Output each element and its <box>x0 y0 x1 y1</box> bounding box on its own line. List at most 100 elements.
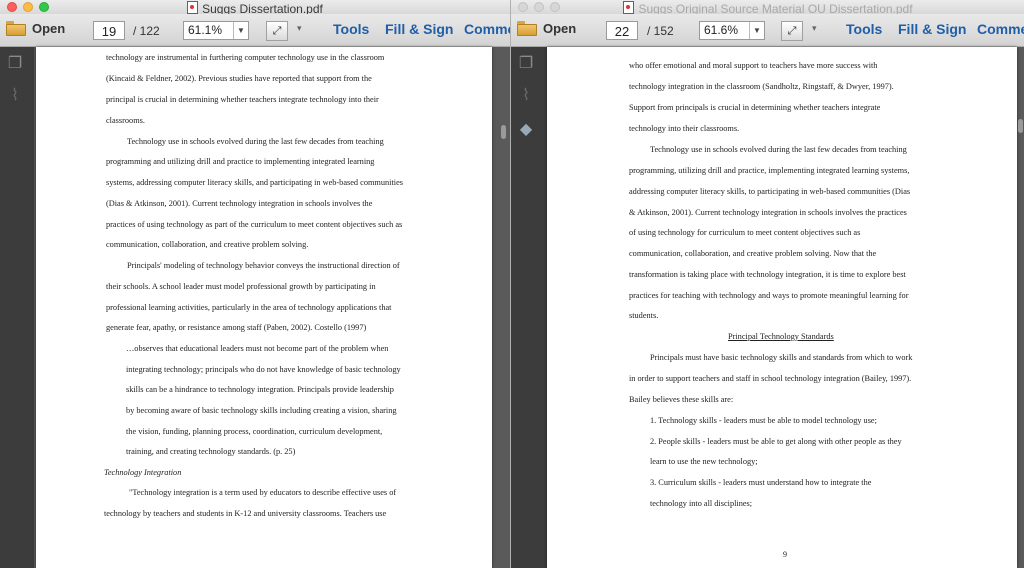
right-title-bar: Suggs Original Source Material OU Disser… <box>511 0 1024 16</box>
zoom-value: 61.1% <box>188 23 223 37</box>
text-line: generate fear, apathy, or resistance amo… <box>106 323 367 332</box>
scrollbar-thumb[interactable] <box>501 125 506 139</box>
fit-page-icon[interactable]: ⤢ <box>781 21 803 41</box>
layers-icon[interactable]: ◆ <box>517 121 535 139</box>
text-line: principal is crucial in determining whet… <box>106 95 379 104</box>
page-number-input[interactable]: 22 <box>606 21 638 40</box>
text-line: technology integration in the classroom … <box>629 82 894 91</box>
zoom-value: 61.6% <box>704 23 739 37</box>
tools-button[interactable]: Tools <box>333 21 369 37</box>
text-line: Principals must have basic technology sk… <box>650 353 913 362</box>
text-line: of using technology for curriculum to me… <box>629 228 861 237</box>
text-line: transformation is taking place with tech… <box>629 270 906 279</box>
toolbar-caret-icon[interactable]: ▾ <box>297 23 302 34</box>
text-line: addressing computer literacy skills, to … <box>629 187 911 196</box>
left-document-area: technology are instrumental in furtherin… <box>34 47 510 568</box>
left-pdf-window: Suggs Dissertation.pdf Open 19 / 122 61.… <box>0 0 510 568</box>
page-total: / 122 <box>133 24 160 38</box>
comment-button[interactable]: Comme <box>977 21 1024 37</box>
zoom-window-button[interactable] <box>550 2 560 12</box>
page-number-input[interactable]: 19 <box>93 21 125 40</box>
block-quote-line: integrating technology; principals who d… <box>126 365 401 374</box>
text-line: technology are instrumental in furtherin… <box>106 53 385 62</box>
text-line: "Technology integration is a term used b… <box>129 488 397 497</box>
list-item: technology into all disciplines; <box>650 499 753 508</box>
text-line: in order to support teachers and staff i… <box>629 374 912 383</box>
block-quote-line: the vision, funding, planning process, c… <box>126 427 383 436</box>
text-line: practices of using technology as part of… <box>106 220 403 229</box>
page-total: / 152 <box>647 24 674 38</box>
page-number: 9 <box>783 550 787 559</box>
text-line: classrooms. <box>106 116 145 125</box>
left-title-bar: Suggs Dissertation.pdf <box>0 0 510 16</box>
zoom-select[interactable]: 61.1% ▼ <box>183 21 249 40</box>
text-line: technology by teachers and students in K… <box>104 509 387 518</box>
open-label: Open <box>32 21 66 36</box>
list-item: learn to use the new technology; <box>650 457 758 466</box>
text-line: their schools. A school leader must mode… <box>106 282 376 291</box>
text-line: communication, collaboration, and creati… <box>629 249 877 258</box>
window-controls <box>518 2 560 12</box>
text-line: systems, addressing computer literacy sk… <box>106 178 404 187</box>
right-document-page: who offer emotional and moral support to… <box>547 47 1017 568</box>
zoom-select[interactable]: 61.6% ▼ <box>699 21 765 40</box>
block-quote-line: skills can be a hindrance to technology … <box>126 385 394 394</box>
left-document-page: technology are instrumental in furtherin… <box>36 47 492 568</box>
text-line: professional learning activities, partic… <box>106 303 392 312</box>
chevron-down-icon: ▼ <box>749 22 764 39</box>
attachment-icon[interactable]: ⌇ <box>517 87 535 105</box>
list-item: 1. Technology skills - leaders must be a… <box>650 416 877 425</box>
right-toolbar: Open 22 / 152 61.6% ▼ ⤢ ▾ Tools Fill & S… <box>511 14 1024 47</box>
attachment-icon[interactable]: ⌇ <box>6 87 24 105</box>
right-pdf-window: Suggs Original Source Material OU Disser… <box>510 0 1024 568</box>
page-thumbnails-icon[interactable]: ❐ <box>6 55 24 73</box>
toolbar-caret-icon[interactable]: ▾ <box>812 23 817 34</box>
text-line: (Kincaid & Feldner, 2002). Previous stud… <box>106 74 372 83</box>
text-line: programming, utilizing drill and practic… <box>629 166 910 175</box>
open-button[interactable]: Open <box>6 21 65 36</box>
close-window-button[interactable] <box>518 2 528 12</box>
fill-sign-button[interactable]: Fill & Sign <box>898 21 966 37</box>
section-heading: Principal Technology Standards <box>728 332 834 341</box>
text-line: students. <box>629 311 659 320</box>
text-line: Technology use in schools evolved during… <box>650 145 907 154</box>
text-line: & Atkinson, 2001). Current technology in… <box>629 208 907 217</box>
window-controls <box>7 2 49 12</box>
text-line: Support from principals is crucial in de… <box>629 103 881 112</box>
tools-button[interactable]: Tools <box>846 21 882 37</box>
open-button[interactable]: Open <box>517 21 576 36</box>
text-line: communication, collaboration, and creati… <box>106 240 309 249</box>
folder-icon <box>517 21 537 36</box>
right-navigation-sidebar: ❐ ⌇ ◆ <box>511 47 547 568</box>
chevron-down-icon: ▼ <box>233 22 248 39</box>
block-quote-line: by becoming aware of basic technology sk… <box>126 406 397 415</box>
text-line: Principals' modeling of technology behav… <box>127 261 400 270</box>
comment-button[interactable]: Comme <box>464 21 510 37</box>
minimize-window-button[interactable] <box>23 2 33 12</box>
text-line: who offer emotional and moral support to… <box>629 61 878 70</box>
left-navigation-sidebar: ❐ ⌇ <box>0 47 34 568</box>
close-window-button[interactable] <box>7 2 17 12</box>
folder-icon <box>6 21 26 36</box>
pdf-file-icon <box>187 1 199 14</box>
minimize-window-button[interactable] <box>534 2 544 12</box>
text-line: technology into their classrooms. <box>629 124 740 133</box>
pdf-file-icon <box>623 1 635 14</box>
text-line: Technology use in schools evolved during… <box>127 137 384 146</box>
text-line: Bailey believes these skills are: <box>629 395 734 404</box>
scrollbar-thumb[interactable] <box>1018 119 1023 133</box>
page-thumbnails-icon[interactable]: ❐ <box>517 55 535 73</box>
fit-page-icon[interactable]: ⤢ <box>266 21 288 41</box>
list-item: 2. People skills - leaders must be able … <box>650 437 902 446</box>
text-line: programming and utilizing drill and prac… <box>106 157 375 166</box>
text-line: (Dias & Atkinson, 2001). Current technol… <box>106 199 373 208</box>
right-document-area: who offer emotional and moral support to… <box>547 47 1024 568</box>
fill-sign-button[interactable]: Fill & Sign <box>385 21 453 37</box>
block-quote-line: training, and creating technology standa… <box>126 447 296 456</box>
left-toolbar: Open 19 / 122 61.1% ▼ ⤢ ▾ Tools Fill & S… <box>0 14 510 47</box>
text-line: practices for teaching with technology a… <box>629 291 909 300</box>
block-quote-line: …observes that educational leaders must … <box>126 344 389 353</box>
zoom-window-button[interactable] <box>39 2 49 12</box>
list-item: 3. Curriculum skills - leaders must unde… <box>650 478 872 487</box>
section-heading: Technology Integration <box>104 468 182 477</box>
